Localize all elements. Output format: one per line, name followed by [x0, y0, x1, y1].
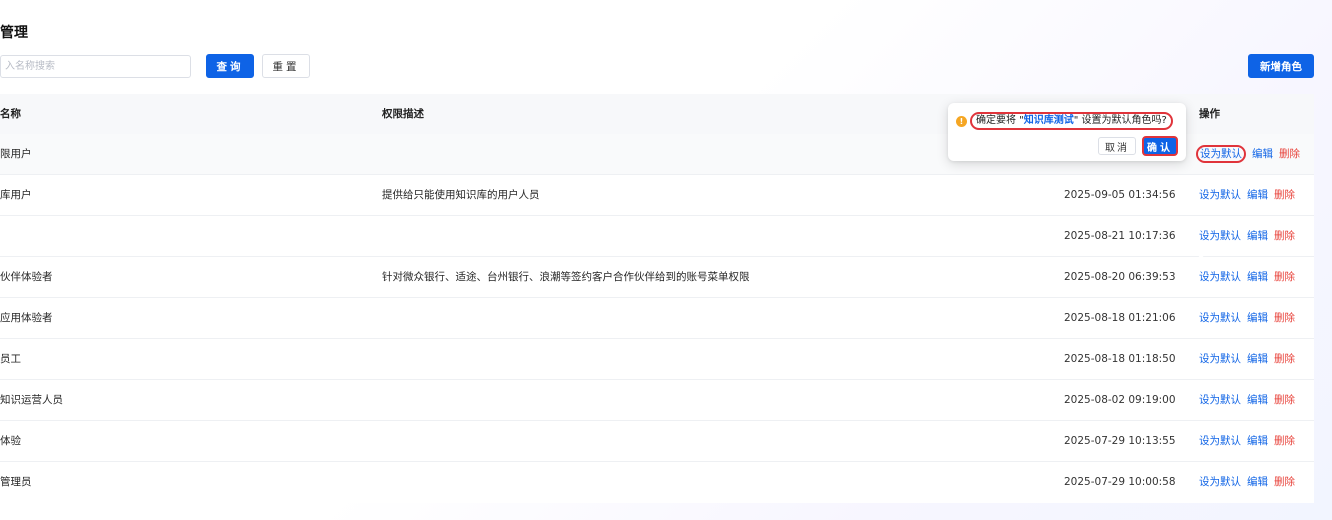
popconfirm-message: 确定要将 "知识库测试" 设置为默认角色吗? [970, 112, 1173, 130]
set-default-button[interactable]: 设为默认 [1199, 435, 1241, 447]
role-name: 伙伴体验者 [0, 271, 53, 283]
edit-button[interactable]: 编辑 [1247, 353, 1268, 365]
delete-button[interactable]: 删除 [1279, 148, 1300, 160]
popconfirm-message-suffix: " 设置为默认角色吗? [1073, 115, 1167, 126]
table-row: 体验 2025-07-29 10:13:55 设为默认 编辑 删除 [0, 421, 1314, 462]
row-actions: 设为默认 编辑 删除 [1199, 216, 1301, 256]
warning-icon: ! [956, 116, 967, 127]
row-actions: 设为默认 编辑 删除 [1199, 339, 1301, 379]
table-row: 2025-08-21 10:17:36 设为默认 编辑 删除 [0, 216, 1314, 257]
role-name: 应用体验者 [0, 312, 53, 324]
row-actions: 设为默认 编辑 删除 [1199, 380, 1301, 420]
delete-button[interactable]: 删除 [1274, 271, 1295, 283]
table-row: 应用体验者 2025-08-18 01:21:06 设为默认 编辑 删除 [0, 298, 1314, 339]
table-row: 员工 2025-08-18 01:18:50 设为默认 编辑 删除 [0, 339, 1314, 380]
role-desc: 针对微众银行、适途、台州银行、浪潮等签约客户合作伙伴给到的账号菜单权限 [382, 271, 750, 283]
column-header-ops: 操作 [1199, 108, 1220, 120]
set-default-button[interactable]: 设为默认 [1199, 271, 1241, 283]
row-actions: 设为默认 编辑 删除 [1199, 462, 1301, 502]
edit-button[interactable]: 编辑 [1252, 148, 1273, 160]
role-name: 管理员 [0, 476, 32, 488]
role-time: 2025-08-02 09:19:00 [1064, 394, 1176, 406]
role-time: 2025-09-05 01:34:56 [1064, 189, 1176, 201]
row-actions: 设为默认 编辑 删除 [1199, 421, 1301, 461]
column-header-name: 名称 [0, 108, 21, 120]
row-actions: 设为默认 编辑 删除 [1196, 134, 1306, 174]
set-default-popconfirm: ! 确定要将 "知识库测试" 设置为默认角色吗? 取消 确认 [948, 103, 1206, 259]
edit-button[interactable]: 编辑 [1247, 435, 1268, 447]
reset-button[interactable]: 重置 [262, 54, 310, 78]
popconfirm-message-prefix: 确定要将 " [976, 115, 1024, 126]
role-time: 2025-08-18 01:18:50 [1064, 353, 1176, 365]
role-time: 2025-08-20 06:39:53 [1064, 271, 1176, 283]
page-title: 管理 [0, 25, 28, 41]
set-default-button[interactable]: 设为默认 [1199, 312, 1241, 324]
edit-button[interactable]: 编辑 [1247, 271, 1268, 283]
set-default-button[interactable]: 设为默认 [1199, 353, 1241, 365]
edit-button[interactable]: 编辑 [1247, 476, 1268, 488]
add-role-button[interactable]: 新增角色 [1248, 54, 1314, 78]
delete-button[interactable]: 删除 [1274, 189, 1295, 201]
set-default-button[interactable]: 设为默认 [1196, 145, 1246, 163]
table-row: 知识运营人员 2025-08-02 09:19:00 设为默认 编辑 删除 [0, 380, 1314, 421]
query-button[interactable]: 查询 [206, 54, 254, 78]
delete-button[interactable]: 删除 [1274, 353, 1295, 365]
edit-button[interactable]: 编辑 [1247, 394, 1268, 406]
row-actions: 设为默认 编辑 删除 [1199, 175, 1301, 215]
role-name: 知识运营人员 [0, 394, 63, 406]
role-desc: 提供给只能使用知识库的用户人员 [382, 189, 540, 201]
table-row: 伙伴体验者 针对微众银行、适途、台州银行、浪潮等签约客户合作伙伴给到的账号菜单权… [0, 257, 1314, 298]
row-actions: 设为默认 编辑 删除 [1199, 257, 1301, 297]
delete-button[interactable]: 删除 [1274, 476, 1295, 488]
edit-button[interactable]: 编辑 [1247, 230, 1268, 242]
role-name: 限用户 [0, 148, 32, 160]
popconfirm-arrow [1196, 253, 1206, 259]
search-input[interactable] [0, 55, 191, 78]
column-header-desc: 权限描述 [382, 108, 424, 120]
role-name: 库用户 [0, 189, 32, 201]
set-default-button[interactable]: 设为默认 [1199, 476, 1241, 488]
role-time: 2025-08-18 01:21:06 [1064, 312, 1176, 324]
set-default-button[interactable]: 设为默认 [1199, 189, 1241, 201]
popconfirm-role-name: 知识库测试 [1023, 115, 1074, 126]
table-row: 管理员 2025-07-29 10:00:58 设为默认 编辑 删除 [0, 462, 1314, 503]
delete-button[interactable]: 删除 [1274, 435, 1295, 447]
delete-button[interactable]: 删除 [1274, 394, 1295, 406]
role-time: 2025-08-21 10:17:36 [1064, 230, 1176, 242]
popconfirm-cancel-button[interactable]: 取消 [1098, 137, 1136, 155]
delete-button[interactable]: 删除 [1274, 230, 1295, 242]
edit-button[interactable]: 编辑 [1247, 312, 1268, 324]
table-row: 库用户 提供给只能使用知识库的用户人员 2025-09-05 01:34:56 … [0, 175, 1314, 216]
role-time: 2025-07-29 10:13:55 [1064, 435, 1176, 447]
role-name: 体验 [0, 435, 21, 447]
set-default-button[interactable]: 设为默认 [1199, 394, 1241, 406]
role-time: 2025-07-29 10:00:58 [1064, 476, 1176, 488]
role-name: 员工 [0, 353, 21, 365]
popconfirm-ok-button[interactable]: 确认 [1142, 136, 1178, 156]
set-default-button[interactable]: 设为默认 [1199, 230, 1241, 242]
delete-button[interactable]: 删除 [1274, 312, 1295, 324]
row-actions: 设为默认 编辑 删除 [1199, 298, 1301, 338]
edit-button[interactable]: 编辑 [1247, 189, 1268, 201]
